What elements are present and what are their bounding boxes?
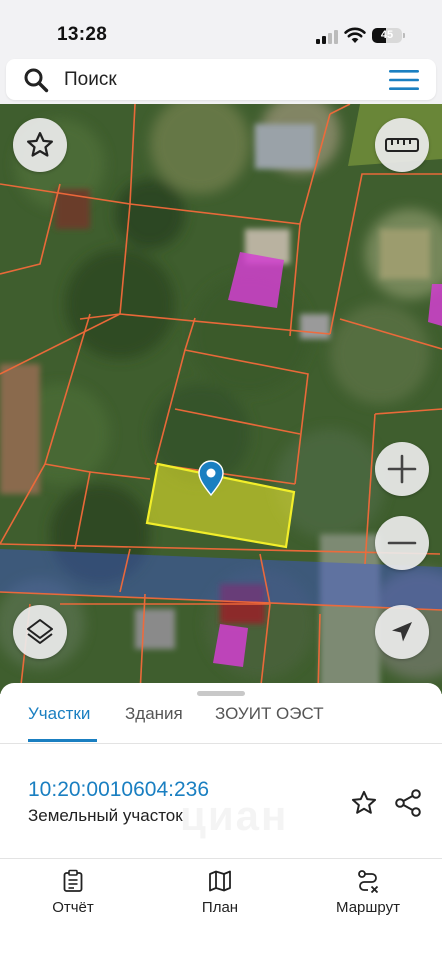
- tab-bar: Участки Здания ЗОУИТ ОЭСТ: [0, 701, 442, 743]
- parcel-card[interactable]: циан 10:20:0010604:236 Земельный участок: [0, 744, 442, 858]
- sheet-grabber-handle[interactable]: [197, 691, 245, 696]
- status-bar: 13:28 45: [0, 0, 442, 62]
- tab-zouit-oest[interactable]: ЗОУИТ ОЭСТ: [215, 704, 324, 724]
- cadastral-number-link[interactable]: 10:20:0010604:236: [28, 778, 209, 802]
- nav-report-label: Отчёт: [52, 899, 94, 916]
- map-imagery[interactable]: [0, 104, 442, 694]
- measure-button[interactable]: [375, 118, 429, 172]
- zoom-in-button[interactable]: [375, 442, 429, 496]
- tab-buildings[interactable]: Здания: [125, 704, 183, 724]
- cellular-signal-icon: [316, 30, 340, 44]
- star-icon[interactable]: [349, 789, 379, 817]
- share-icon[interactable]: [394, 788, 422, 818]
- battery-tip: [403, 33, 405, 38]
- plus-icon: [387, 454, 417, 484]
- menu-icon[interactable]: [388, 68, 420, 92]
- active-tab-indicator: [28, 739, 97, 742]
- nav-plan[interactable]: План: [165, 869, 275, 916]
- navigation-arrow-icon: [392, 622, 412, 642]
- locate-me-button[interactable]: [375, 605, 429, 659]
- parcel-type-label: Земельный участок: [28, 806, 183, 825]
- layers-icon: [27, 619, 53, 644]
- wifi-icon: [344, 27, 366, 43]
- layers-button[interactable]: [13, 605, 67, 659]
- nav-report[interactable]: Отчёт: [18, 869, 128, 916]
- minus-icon: [387, 541, 417, 545]
- clipboard-icon: [63, 869, 83, 892]
- star-icon: [27, 132, 53, 157]
- route-icon: [358, 870, 379, 893]
- nav-plan-label: План: [201, 899, 239, 916]
- search-bar[interactable]: [6, 59, 436, 100]
- ruler-icon: [385, 138, 419, 152]
- search-icon[interactable]: [23, 67, 49, 93]
- tab-parcels[interactable]: Участки: [28, 704, 90, 724]
- battery-icon: 45: [372, 28, 402, 43]
- map-icon: [209, 870, 231, 892]
- favorite-map-button[interactable]: [13, 118, 67, 172]
- search-input[interactable]: [64, 59, 364, 100]
- zoom-out-button[interactable]: [375, 516, 429, 570]
- status-time: 13:28: [57, 24, 108, 45]
- nav-route[interactable]: Маршрут: [313, 869, 423, 916]
- satellite-map[interactable]: [0, 104, 442, 694]
- bottom-nav: Отчёт План Маршрут: [0, 859, 442, 960]
- nav-route-label: Маршрут: [336, 899, 400, 916]
- battery-level: 45: [380, 29, 394, 41]
